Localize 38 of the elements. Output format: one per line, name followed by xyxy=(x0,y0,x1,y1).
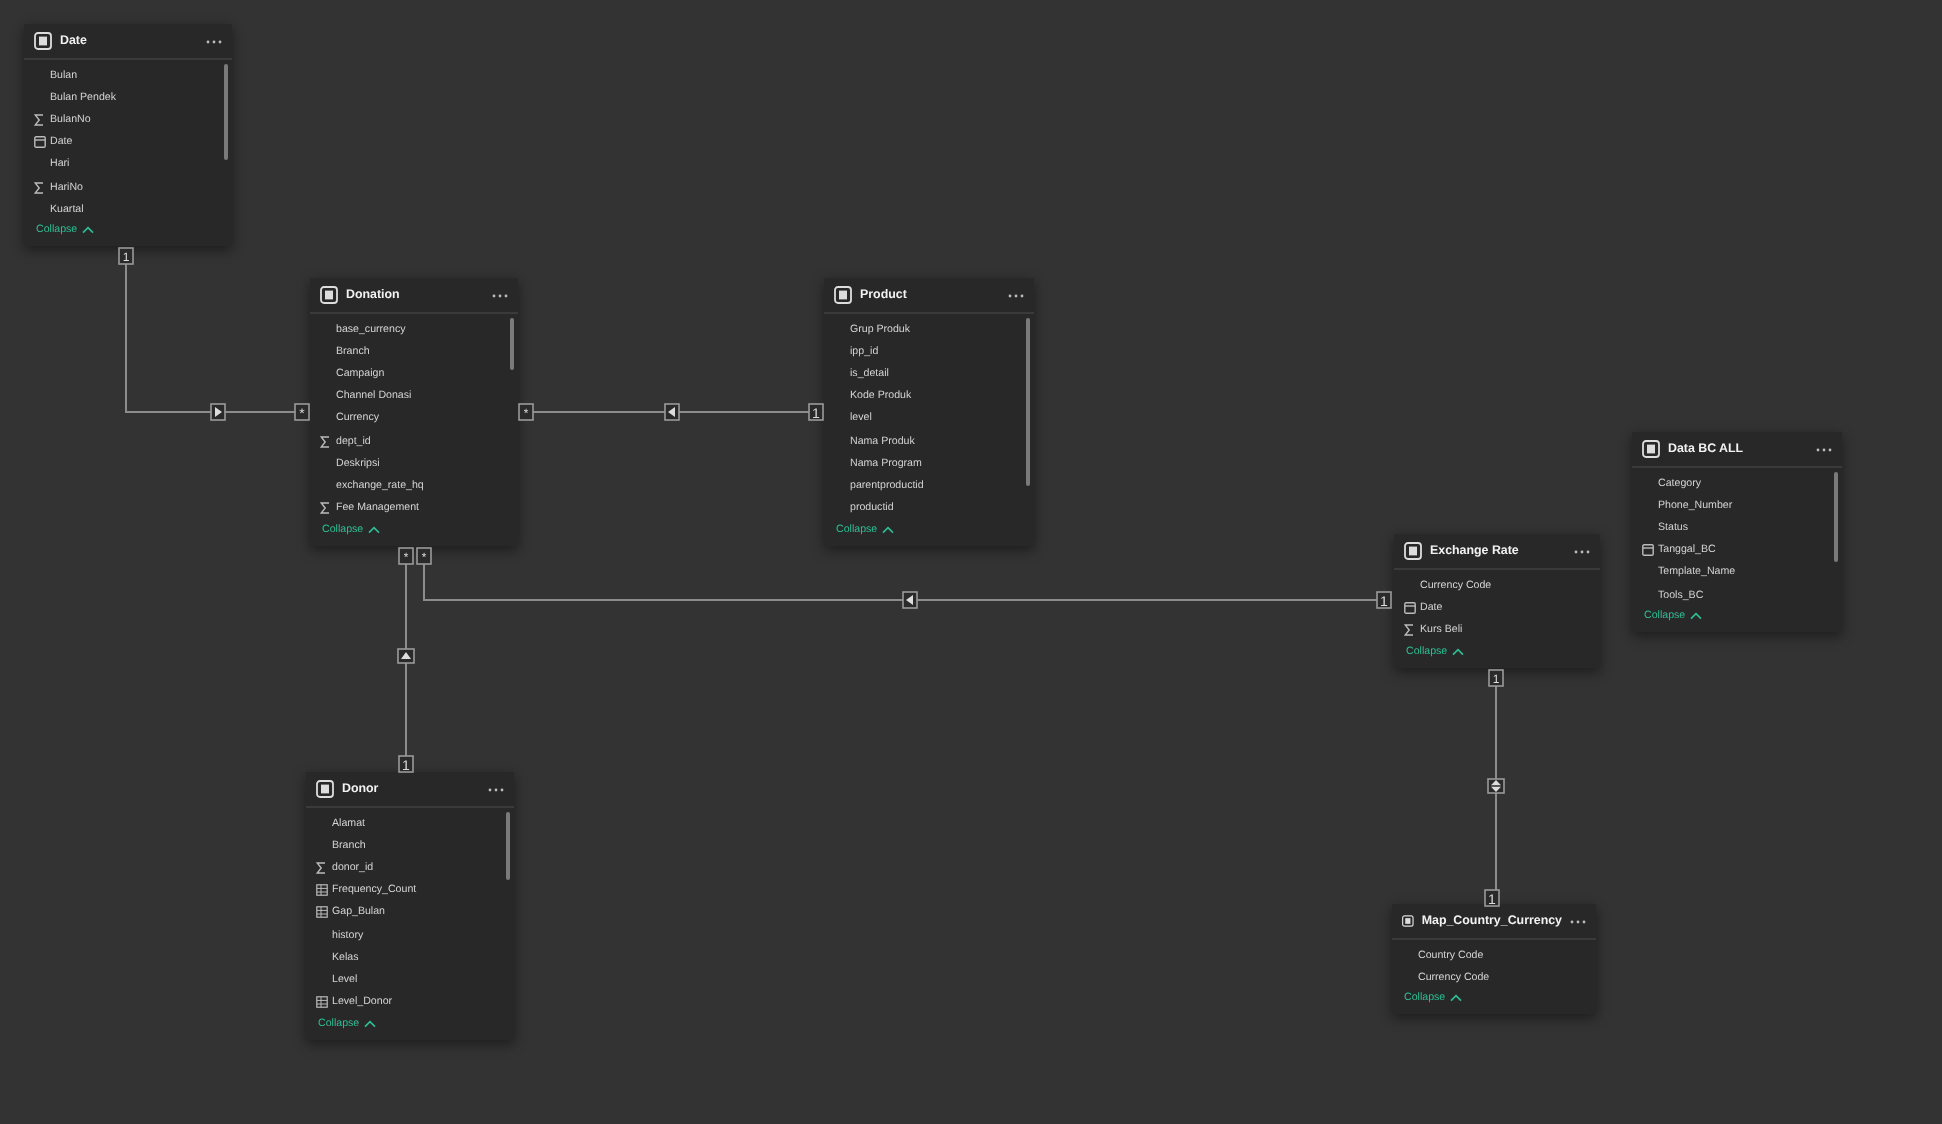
scrollbar-thumb[interactable] xyxy=(510,318,514,370)
chevron-up-icon xyxy=(1451,647,1464,656)
filter-direction-icon xyxy=(1487,778,1505,794)
table-icon xyxy=(1404,542,1422,560)
grid-icon xyxy=(316,906,328,919)
sigma-icon xyxy=(34,181,44,194)
table-icon xyxy=(1402,912,1414,930)
filter-direction-icon xyxy=(664,403,680,421)
scrollbar-thumb[interactable] xyxy=(1026,318,1030,487)
sigma-icon xyxy=(34,113,44,126)
sigma-icon xyxy=(320,435,330,448)
filter-direction-icon xyxy=(210,403,226,421)
table-icon xyxy=(320,286,338,304)
table-icon xyxy=(316,780,334,798)
calendar-icon xyxy=(1642,544,1654,557)
chevron-up-icon xyxy=(881,525,894,534)
table-icon xyxy=(834,286,852,304)
sigma-icon xyxy=(316,861,326,874)
table-icon xyxy=(1642,440,1660,458)
chevron-up-icon xyxy=(363,1019,376,1028)
chevron-up-icon xyxy=(1689,612,1702,621)
sigma-icon xyxy=(1404,623,1414,636)
sigma-icon xyxy=(320,502,330,515)
filter-direction-icon xyxy=(902,591,918,609)
chevron-up-icon xyxy=(81,226,94,235)
grid-icon xyxy=(316,996,328,1009)
filter-direction-icon xyxy=(397,648,415,664)
relationship-line[interactable] xyxy=(1495,683,1497,893)
chevron-up-icon xyxy=(1449,994,1462,1003)
grid-icon xyxy=(316,884,328,897)
relationship-line[interactable] xyxy=(405,561,407,761)
scrollbar-thumb[interactable] xyxy=(506,812,510,880)
calendar-icon xyxy=(1404,601,1416,614)
chevron-up-icon xyxy=(367,525,380,534)
scrollbar-thumb[interactable] xyxy=(224,64,228,161)
scrollbar-thumb[interactable] xyxy=(1834,472,1838,562)
calendar-icon xyxy=(34,136,46,149)
table-icon xyxy=(34,32,52,50)
